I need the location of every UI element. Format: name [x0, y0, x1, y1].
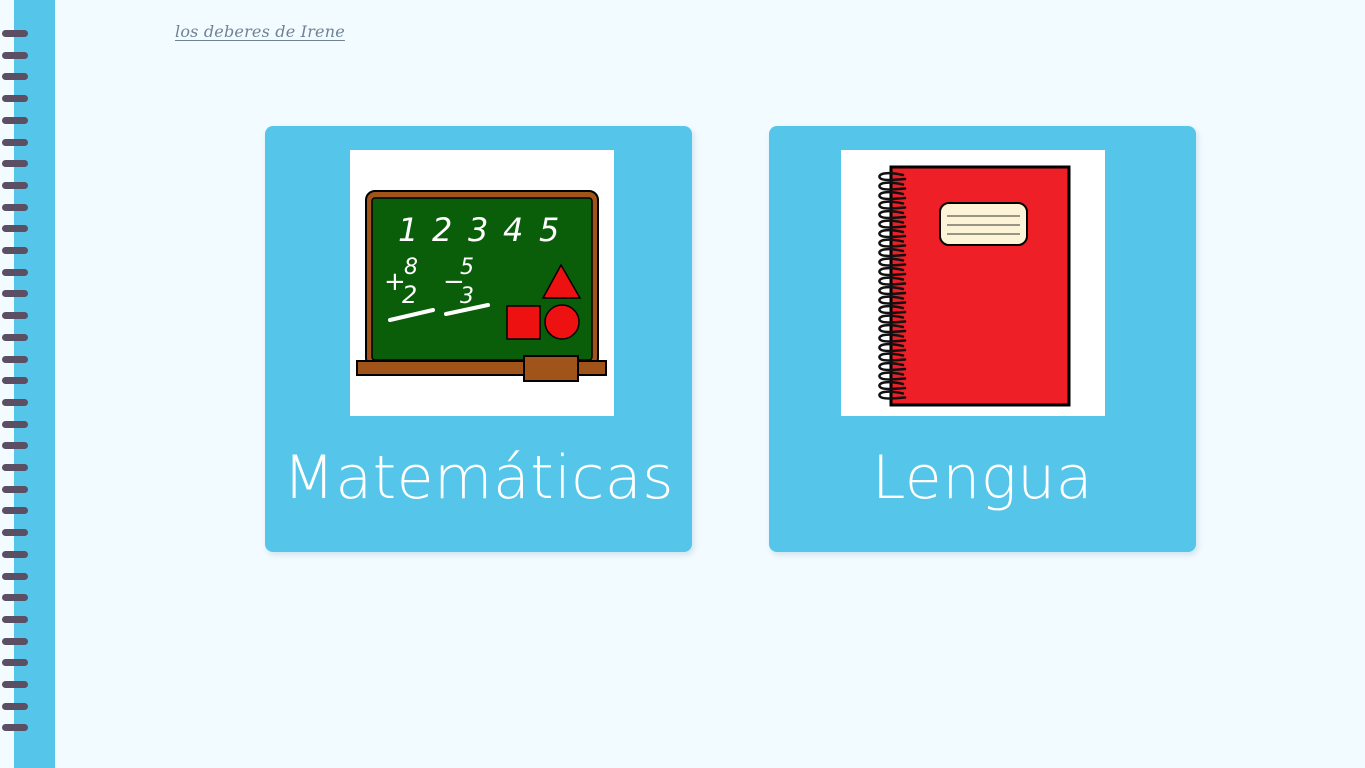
- spine-ring: [2, 333, 28, 341]
- spine-ring: [2, 572, 28, 580]
- spine-ring: [2, 464, 28, 471]
- spine-ring: [2, 485, 28, 493]
- spine-ring: [2, 594, 28, 602]
- board-number: 4: [503, 211, 523, 249]
- page: los deberes de Irene 1 2 3 4 5 + 8 2 − 5…: [0, 0, 1365, 768]
- notebook-rings: [0, 30, 30, 740]
- card-matematicas[interactable]: 1 2 3 4 5 + 8 2 − 5 3 Matemáticas: [265, 126, 692, 552]
- spine-ring: [2, 507, 28, 515]
- spine-ring: [2, 95, 28, 103]
- board-number: 1: [398, 211, 418, 249]
- chalkboard-icon: 1 2 3 4 5 + 8 2 − 5 3: [356, 190, 607, 382]
- sum-top: 8: [404, 255, 418, 280]
- card-label-lengua: Lengua: [871, 443, 1094, 513]
- site-title-link[interactable]: los deberes de Irene: [175, 22, 345, 41]
- spine-ring: [2, 659, 28, 667]
- spine-ring: [2, 442, 28, 450]
- spine-ring: [2, 181, 28, 189]
- difference-bottom: 3: [460, 284, 474, 309]
- spine-ring: [2, 138, 28, 146]
- board-number: 2: [432, 211, 452, 249]
- spine-ring: [2, 615, 28, 623]
- chalkboard-image: 1 2 3 4 5 + 8 2 − 5 3: [350, 150, 614, 416]
- difference-top: 5: [460, 255, 474, 280]
- board-number: 5: [539, 211, 559, 249]
- spine-ring: [2, 51, 28, 59]
- spine-ring: [2, 160, 28, 168]
- spine-ring: [2, 377, 28, 385]
- spine-ring: [2, 724, 28, 732]
- card-label-matematicas: Matemáticas: [283, 443, 674, 513]
- spine-ring: [2, 312, 28, 320]
- spine-ring: [2, 529, 28, 537]
- card-lengua[interactable]: Lengua: [769, 126, 1196, 552]
- sum-bottom: 2: [402, 281, 417, 309]
- spine-ring: [2, 73, 28, 81]
- spine-ring: [2, 268, 28, 276]
- spine-ring: [2, 290, 28, 298]
- notebook-icon: [878, 165, 1071, 407]
- spine-ring: [2, 116, 28, 124]
- board-number: 3: [468, 211, 488, 249]
- spine-ring: [2, 355, 28, 363]
- notebook-image: [841, 150, 1105, 416]
- spine-ring: [2, 225, 28, 233]
- spine-ring: [2, 637, 28, 645]
- spine-ring: [2, 203, 28, 211]
- spine-ring: [2, 420, 28, 428]
- spine-ring: [2, 247, 28, 254]
- spine-ring: [2, 702, 28, 710]
- spine-ring: [2, 681, 28, 688]
- spine-ring: [2, 550, 28, 558]
- spine-ring: [2, 398, 28, 406]
- spine-ring: [2, 30, 28, 37]
